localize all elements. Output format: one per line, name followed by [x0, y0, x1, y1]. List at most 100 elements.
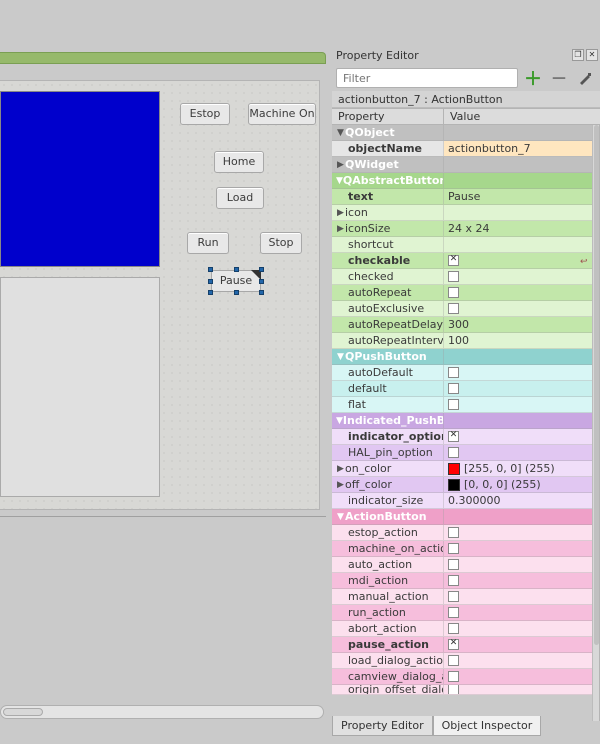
prop-autorepeatinterval[interactable]: autoRepeatInterval100 [332, 333, 592, 349]
checkbox-icon[interactable] [448, 383, 459, 394]
column-property[interactable]: Property [332, 109, 444, 124]
checkbox-icon[interactable] [448, 543, 459, 554]
checkbox-icon[interactable] [448, 671, 459, 682]
prop-auto-action[interactable]: auto_action [332, 557, 592, 573]
property-editor-pane: Property Editor ❐ ✕ ＋ — actionbutton_7 :… [332, 47, 600, 723]
pause-button-label: Pause [220, 274, 252, 287]
tab-object-inspector[interactable]: Object Inspector [433, 716, 542, 736]
restore-icon[interactable]: ❐ [572, 49, 584, 61]
checkbox-icon[interactable] [448, 575, 459, 586]
widget-gray-frame[interactable] [0, 277, 160, 497]
widget-blue-frame[interactable] [0, 91, 160, 267]
settings-icon[interactable] [574, 68, 596, 88]
group-indicated-pushbutton[interactable]: ▼Indicated_PushButton [332, 413, 592, 429]
group-qobject[interactable]: ▼QObject [332, 125, 592, 141]
reset-icon[interactable]: ↩ [580, 254, 590, 266]
prop-mdi-action[interactable]: mdi_action [332, 573, 592, 589]
prop-icon[interactable]: ▶icon [332, 205, 592, 221]
prop-abort-action[interactable]: abort_action [332, 621, 592, 637]
prop-pause-action[interactable]: pause_action✕ [332, 637, 592, 653]
checkbox-icon[interactable] [448, 303, 459, 314]
prop-manual-action[interactable]: manual_action [332, 589, 592, 605]
prop-objectname[interactable]: objectNameactionbutton_7 [332, 141, 592, 157]
object-identifier: actionbutton_7 : ActionButton [332, 91, 600, 108]
selection-handle[interactable] [259, 267, 264, 272]
selection-handle[interactable] [234, 290, 239, 295]
prop-indicator-size[interactable]: indicator_size0.300000 [332, 493, 592, 509]
prop-machine-on-action[interactable]: machine_on_action [332, 541, 592, 557]
prop-origin-offset-dialog[interactable]: origin_offset_dialog… [332, 685, 592, 695]
design-canvas[interactable]: Estop Machine On Home Load Run Stop Paus… [0, 80, 320, 510]
checkbox-icon[interactable] [448, 399, 459, 410]
group-actionbutton[interactable]: ▼ActionButton [332, 509, 592, 525]
scrollbar-thumb[interactable] [594, 125, 599, 645]
prop-flat[interactable]: flat [332, 397, 592, 413]
selection-handle[interactable] [208, 267, 213, 272]
estop-button[interactable]: Estop [180, 103, 230, 125]
group-qabstractbutton[interactable]: ▼QAbstractButton [332, 173, 592, 189]
prop-autorepeatdelay[interactable]: autoRepeatDelay300 [332, 317, 592, 333]
prop-camview-dialog-action[interactable]: camview_dialog_acti… [332, 669, 592, 685]
stop-button[interactable]: Stop [260, 232, 302, 254]
prop-autodefault[interactable]: autoDefault [332, 365, 592, 381]
prop-on-color[interactable]: ▶on_color[255, 0, 0] (255) [332, 461, 592, 477]
pause-button[interactable]: Pause [211, 270, 261, 292]
property-editor-title-text: Property Editor [336, 49, 419, 62]
property-vertical-scrollbar[interactable] [592, 125, 599, 721]
tab-property-editor[interactable]: Property Editor [332, 716, 433, 736]
prop-autoexclusive[interactable]: autoExclusive [332, 301, 592, 317]
canvas-horizontal-scrollbar[interactable] [0, 705, 324, 719]
checkbox-icon[interactable] [448, 559, 459, 570]
checkbox-icon[interactable] [448, 591, 459, 602]
prop-indicator-option[interactable]: indicator_option✕ [332, 429, 592, 445]
close-icon[interactable]: ✕ [586, 49, 598, 61]
selection-handle[interactable] [234, 267, 239, 272]
prop-run-action[interactable]: run_action [332, 605, 592, 621]
property-grid: ▼QObject objectNameactionbutton_7 ▶QWidg… [332, 125, 600, 721]
checkbox-icon[interactable] [448, 655, 459, 666]
prop-estop-action[interactable]: estop_action [332, 525, 592, 541]
checkbox-icon[interactable] [448, 287, 459, 298]
remove-property-icon[interactable]: — [548, 68, 570, 88]
selection-handle[interactable] [208, 279, 213, 284]
prop-hal-pin-option[interactable]: HAL_pin_option [332, 445, 592, 461]
run-button[interactable]: Run [187, 232, 229, 254]
checkbox-icon[interactable]: ✕ [448, 255, 459, 266]
prop-off-color[interactable]: ▶off_color[0, 0, 0] (255) [332, 477, 592, 493]
prop-iconsize[interactable]: ▶iconSize24 x 24 [332, 221, 592, 237]
column-value[interactable]: Value [444, 109, 600, 124]
prop-text[interactable]: textPause [332, 189, 592, 205]
prop-autorepeat[interactable]: autoRepeat [332, 285, 592, 301]
group-qwidget[interactable]: ▶QWidget [332, 157, 592, 173]
selection-handle[interactable] [259, 290, 264, 295]
prop-default[interactable]: default [332, 381, 592, 397]
group-qpushbutton[interactable]: ▼QPushButton [332, 349, 592, 365]
checkbox-icon[interactable]: ✕ [448, 639, 459, 650]
scrollbar-thumb[interactable] [3, 708, 43, 716]
selection-handle[interactable] [259, 279, 264, 284]
checkbox-icon[interactable] [448, 623, 459, 634]
selection-handle[interactable] [208, 290, 213, 295]
property-grid-header: Property Value [332, 108, 600, 125]
checkbox-icon[interactable] [448, 607, 459, 618]
checkbox-icon[interactable] [448, 527, 459, 538]
prop-checked[interactable]: checked [332, 269, 592, 285]
checkbox-icon[interactable] [448, 685, 459, 694]
home-button[interactable]: Home [214, 151, 264, 173]
add-property-icon[interactable]: ＋ [522, 68, 544, 88]
color-swatch-icon [448, 479, 460, 491]
load-button[interactable]: Load [216, 187, 264, 209]
checkbox-icon[interactable]: ✕ [448, 431, 459, 442]
machine-on-button[interactable]: Machine On [248, 103, 316, 125]
prop-checkable[interactable]: checkable✕↩ [332, 253, 592, 269]
checkbox-icon[interactable] [448, 367, 459, 378]
property-editor-toolbar: ＋ — [332, 65, 600, 91]
color-swatch-icon [448, 463, 460, 475]
checkbox-icon[interactable] [448, 271, 459, 282]
design-canvas-grid: Estop Machine On Home Load Run Stop Paus… [0, 81, 319, 509]
filter-input[interactable] [336, 68, 518, 88]
prop-shortcut[interactable]: shortcut [332, 237, 592, 253]
checkbox-icon[interactable] [448, 447, 459, 458]
prop-load-dialog-action[interactable]: load_dialog_action [332, 653, 592, 669]
canvas-footer-area [0, 516, 326, 708]
